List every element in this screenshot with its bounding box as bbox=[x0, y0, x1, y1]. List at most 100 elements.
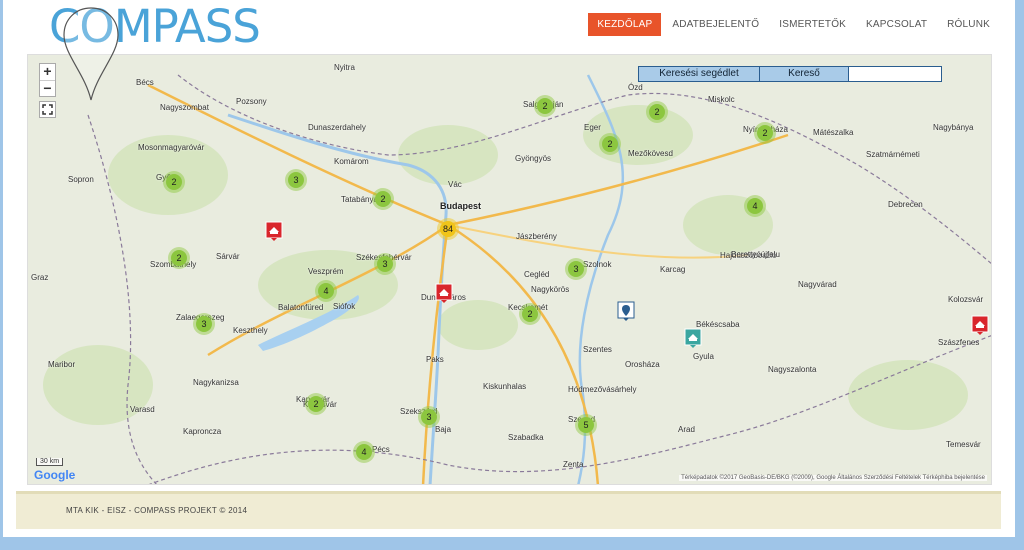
logo[interactable]: COMPASS bbox=[49, 4, 261, 49]
cluster-count: 2 bbox=[166, 174, 182, 190]
city-label: Nagyszalonta bbox=[768, 365, 817, 374]
search-help-tab[interactable]: Keresési segédlet bbox=[639, 67, 760, 81]
cluster-count: 4 bbox=[356, 444, 372, 460]
city-label: Gyula bbox=[693, 352, 714, 361]
city-label: Jászberény bbox=[516, 232, 557, 241]
city-label: Bécs bbox=[136, 78, 154, 87]
zoom-in-button[interactable]: + bbox=[40, 64, 55, 80]
city-label: Cegléd bbox=[524, 270, 550, 279]
map-cluster[interactable]: 2 bbox=[646, 101, 668, 123]
nav-contact[interactable]: KAPCSOLAT bbox=[857, 13, 936, 36]
nav-home[interactable]: KEZDŐLAP bbox=[588, 13, 662, 36]
city-label: Kiskunhalas bbox=[483, 382, 527, 391]
fullscreen-icon bbox=[42, 104, 53, 115]
city-label: Komárom bbox=[334, 157, 369, 166]
map-cluster[interactable]: 2 bbox=[305, 393, 327, 415]
cluster-count: 84 bbox=[440, 221, 456, 237]
map-cluster[interactable]: 2 bbox=[163, 171, 185, 193]
nav-about[interactable]: RÓLUNK bbox=[938, 13, 999, 36]
city-label: Sopron bbox=[68, 175, 94, 184]
map-cluster[interactable]: 2 bbox=[168, 247, 190, 269]
cluster-count: 4 bbox=[747, 198, 763, 214]
zoom-out-button[interactable]: − bbox=[40, 80, 55, 96]
map-cluster[interactable]: 2 bbox=[599, 133, 621, 155]
cluster-count: 2 bbox=[757, 125, 773, 141]
cluster-count: 2 bbox=[649, 104, 665, 120]
city-label: Vác bbox=[448, 180, 462, 189]
cluster-count: 2 bbox=[522, 306, 538, 322]
city-label: Nagybánya bbox=[933, 123, 974, 132]
location-marker-icon[interactable] bbox=[617, 301, 635, 321]
city-label: Nagyvárad bbox=[798, 280, 837, 289]
map-scale: 30 km bbox=[36, 458, 64, 466]
cluster-count: 2 bbox=[171, 250, 187, 266]
map-cluster[interactable]: 3 bbox=[565, 258, 587, 280]
city-label: Veszprém bbox=[308, 267, 344, 276]
map-cluster[interactable]: 2 bbox=[534, 95, 556, 117]
city-label: Sárvár bbox=[216, 252, 240, 261]
map-cluster[interactable]: 2 bbox=[519, 303, 541, 325]
city-label: Dunaszerdahely bbox=[308, 123, 366, 132]
city-label: Gyöngyös bbox=[515, 154, 552, 163]
library-marker-icon[interactable] bbox=[265, 221, 283, 241]
map-cluster[interactable]: 3 bbox=[285, 169, 307, 191]
cluster-count: 5 bbox=[578, 417, 594, 433]
cluster-count: 3 bbox=[377, 256, 393, 272]
header: COMPASS KEZDŐLAP ADATBEJELENTŐ ISMERTETŐ… bbox=[3, 0, 1015, 101]
city-label: Ózd bbox=[628, 83, 643, 92]
city-label: Orosháza bbox=[625, 360, 660, 369]
search-tab[interactable]: Kereső bbox=[760, 67, 849, 81]
map-cluster[interactable]: 4 bbox=[353, 441, 375, 463]
map-cluster[interactable]: 4 bbox=[744, 195, 766, 217]
map[interactable]: Bécs Pozsony Nyitra Budapest Debrecen Mi… bbox=[27, 54, 992, 485]
city-label: Mátészalka bbox=[813, 128, 854, 137]
city-label: Keszthely bbox=[233, 326, 268, 335]
nav-descriptions[interactable]: ISMERTETŐK bbox=[770, 13, 855, 36]
cluster-count: 2 bbox=[375, 191, 391, 207]
map-attribution[interactable]: Térképadatok ©2017 GeoBasis-DE/BKG (©200… bbox=[679, 475, 987, 481]
map-cluster-large[interactable]: 84 bbox=[437, 218, 459, 240]
map-cluster[interactable]: 3 bbox=[374, 253, 396, 275]
cluster-count: 3 bbox=[288, 172, 304, 188]
map-cluster[interactable]: 3 bbox=[193, 313, 215, 335]
map-cluster[interactable]: 2 bbox=[372, 188, 394, 210]
footer-copyright: MTA KIK - EISZ - COMPASS PROJEKT © 2014 bbox=[66, 506, 248, 515]
library-marker-icon[interactable] bbox=[971, 315, 989, 335]
city-label: Szabadka bbox=[508, 433, 544, 442]
city-label: Eger bbox=[584, 123, 601, 132]
cluster-count: 3 bbox=[421, 409, 437, 425]
map-cluster[interactable]: 5 bbox=[575, 414, 597, 436]
city-label: Nagykanizsa bbox=[193, 378, 239, 387]
city-label: Varasd bbox=[130, 405, 155, 414]
zoom-control: + − bbox=[39, 63, 56, 97]
city-label: Baja bbox=[435, 425, 452, 434]
city-label: Graz bbox=[31, 273, 49, 282]
map-background bbox=[28, 55, 991, 484]
city-label: Berettyóújfalu bbox=[731, 250, 780, 259]
main-nav: KEZDŐLAP ADATBEJELENTŐ ISMERTETŐK KAPCSO… bbox=[586, 13, 999, 36]
city-label: Szatmárnémeti bbox=[866, 150, 920, 159]
city-label: Paks bbox=[426, 355, 444, 364]
footer: MTA KIK - EISZ - COMPASS PROJEKT © 2014 bbox=[16, 491, 1001, 529]
map-cluster[interactable]: 4 bbox=[315, 280, 337, 302]
city-label: Nyitra bbox=[334, 63, 355, 72]
city-label: Balatonfüred bbox=[278, 303, 324, 312]
library-marker-icon[interactable] bbox=[435, 283, 453, 303]
teal-marker-icon[interactable] bbox=[684, 328, 702, 348]
google-logo: Google bbox=[34, 468, 76, 482]
map-cluster[interactable]: 3 bbox=[418, 406, 440, 428]
fullscreen-button[interactable] bbox=[39, 101, 56, 118]
cluster-count: 3 bbox=[196, 316, 212, 332]
nav-data-report[interactable]: ADATBEJELENTŐ bbox=[663, 13, 768, 36]
city-label: Siófok bbox=[333, 302, 356, 311]
city-label: Miskolc bbox=[708, 95, 735, 104]
city-label: Budapest bbox=[440, 201, 482, 211]
city-label: Nagykörös bbox=[531, 285, 570, 294]
search-input[interactable] bbox=[849, 67, 941, 81]
city-label: Szászfenes bbox=[938, 338, 980, 347]
city-label: Maribor bbox=[48, 360, 76, 369]
city-label: Szolnok bbox=[583, 260, 612, 269]
city-label: Kaproncza bbox=[183, 427, 222, 436]
cluster-count: 2 bbox=[602, 136, 618, 152]
map-cluster[interactable]: 2 bbox=[754, 122, 776, 144]
